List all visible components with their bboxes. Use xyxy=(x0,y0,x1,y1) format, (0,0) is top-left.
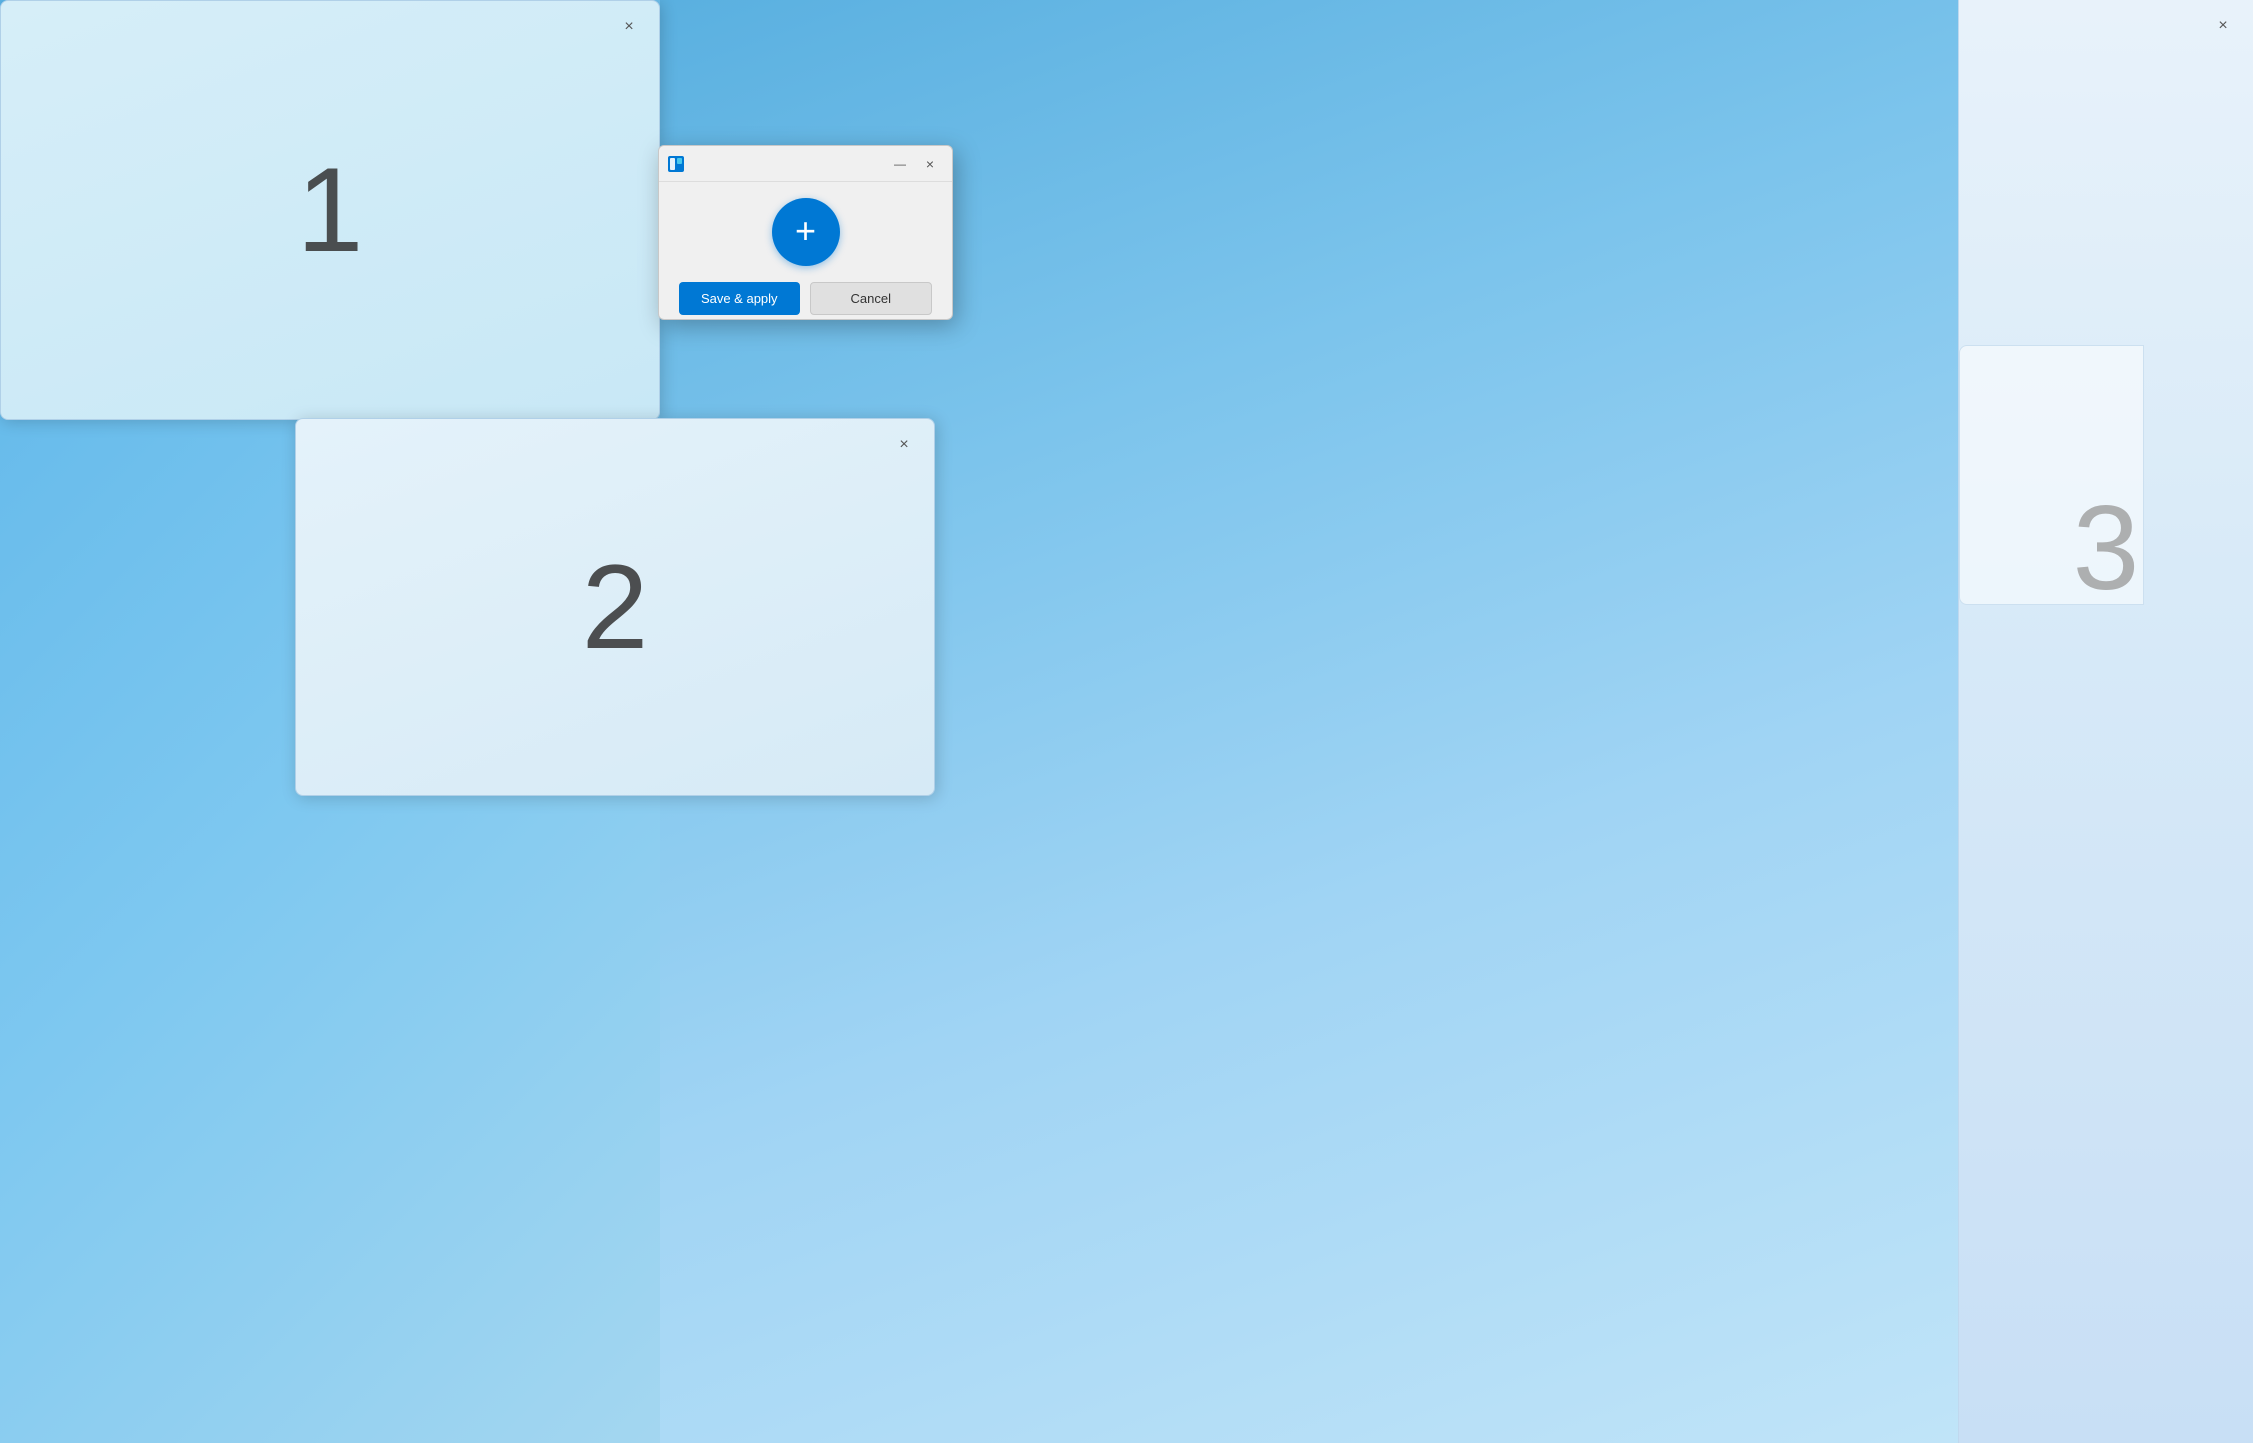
dialog-app-icon xyxy=(667,155,685,173)
dialog-win-controls: — × xyxy=(886,150,944,178)
window-1-number: 1 xyxy=(297,141,364,279)
dialog-close-button[interactable]: × xyxy=(916,150,944,178)
window-2: × 2 xyxy=(295,418,935,796)
right-inner-box xyxy=(1959,345,2144,605)
dialog-titlebar: — × xyxy=(659,146,952,182)
dialog-titlebar-left xyxy=(667,155,685,173)
window-2-number: 2 xyxy=(582,538,649,676)
plus-icon: + xyxy=(795,213,816,249)
dialog-minimize-button[interactable]: — xyxy=(886,150,914,178)
cancel-button[interactable]: Cancel xyxy=(810,282,933,315)
window-1: × 1 xyxy=(0,0,660,420)
window-3-close-button[interactable]: × xyxy=(2209,12,2237,40)
save-apply-button[interactable]: Save & apply xyxy=(679,282,800,315)
dialog-buttons: Save & apply Cancel xyxy=(679,282,932,315)
window-2-close-button[interactable]: × xyxy=(890,431,918,459)
window-1-close-button[interactable]: × xyxy=(615,13,643,41)
window-3: × 3 xyxy=(1958,0,2253,1443)
dialog-add-button[interactable]: + xyxy=(772,198,840,266)
dialog-body: + Save & apply Cancel xyxy=(659,182,952,329)
dialog: — × + Save & apply Cancel xyxy=(658,145,953,320)
